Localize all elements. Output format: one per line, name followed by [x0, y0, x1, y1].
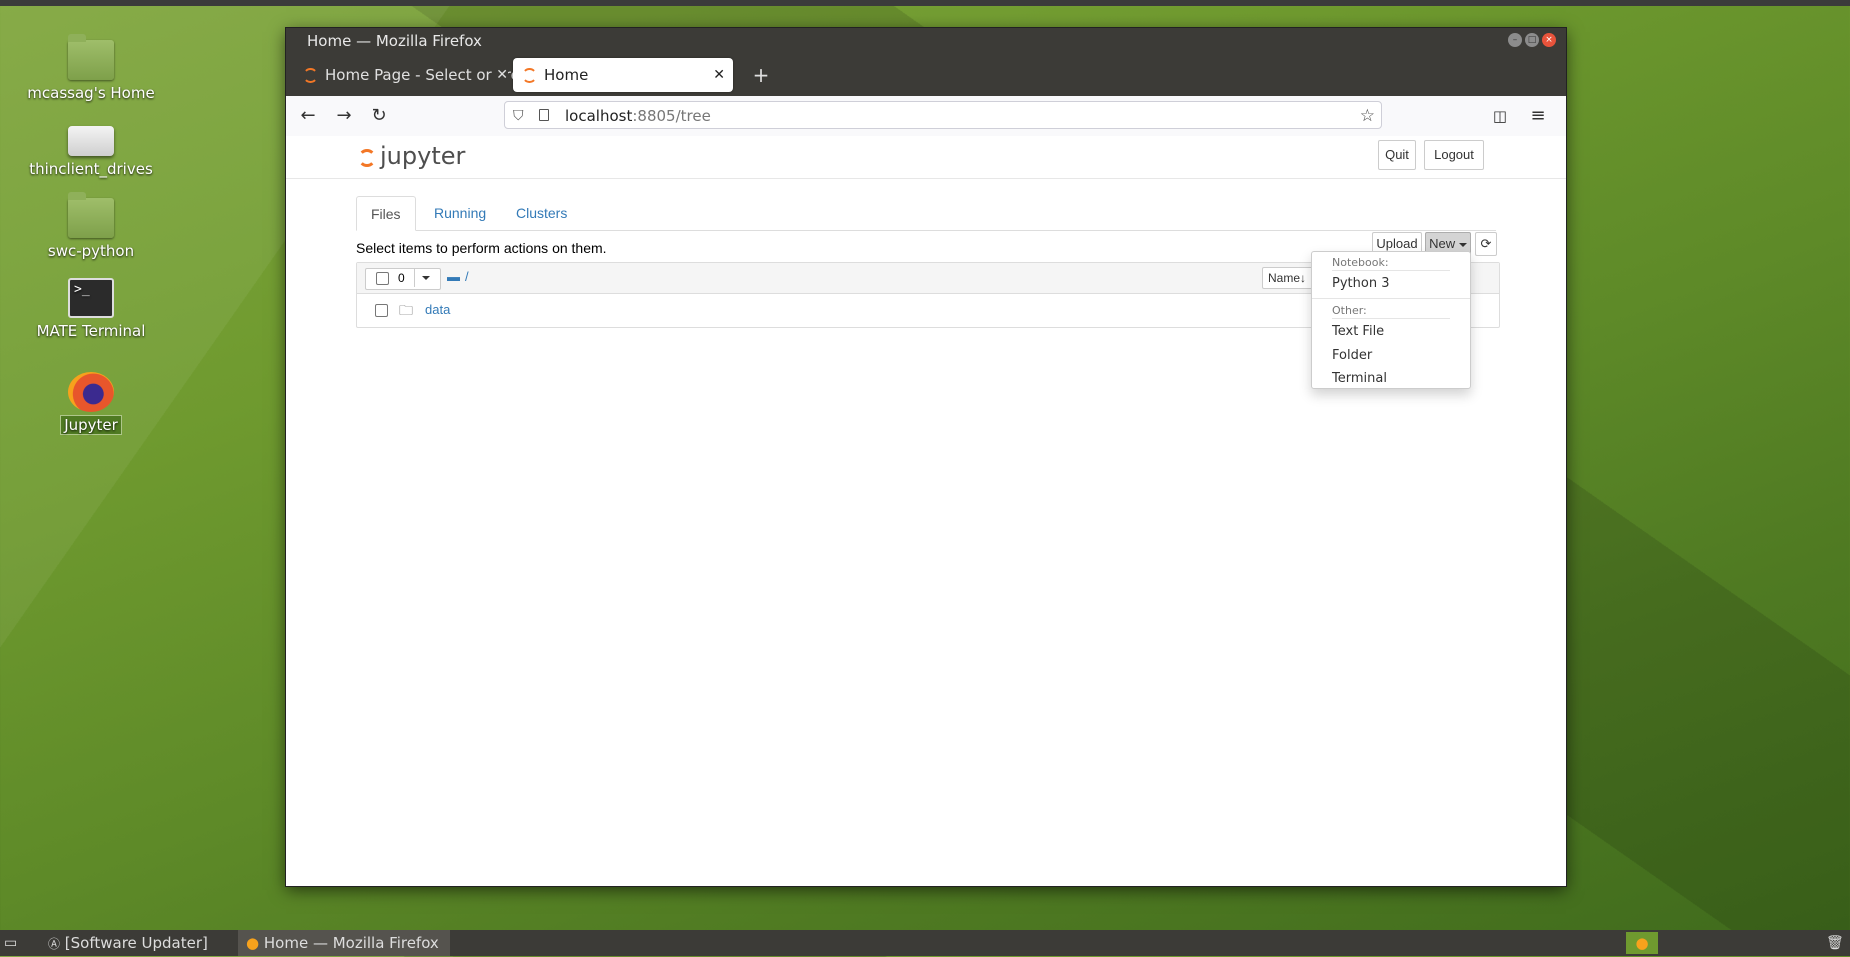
refresh-icon[interactable]: ⟳	[1475, 232, 1497, 256]
forward-icon[interactable]: →	[332, 104, 356, 128]
jupyter-logo[interactable]: jupyter	[358, 142, 465, 170]
tab-files[interactable]: Files	[356, 196, 416, 231]
desktop-icon-mate-terminal[interactable]: >_ MATE Terminal	[16, 278, 166, 340]
desktop-icon-swc-python[interactable]: swc-python	[16, 192, 166, 260]
bottom-taskbar: ▭ Ⓐ [Software Updater] ● Home — Mozilla …	[0, 930, 1850, 956]
menu-icon[interactable]: ≡	[1526, 104, 1550, 128]
jupyter-page: jupyter Quit Logout Files Running Cluste…	[286, 136, 1566, 886]
workspace-switcher[interactable]: ●	[1626, 932, 1658, 954]
desktop-icon-jupyter[interactable]: Jupyter	[16, 372, 166, 435]
firefox-icon: ●	[246, 934, 260, 952]
jupyter-favicon-icon	[522, 68, 537, 83]
tab-label: Home Page - Select or create a notebook	[325, 66, 516, 84]
sort-arrow-icon: ↓	[1300, 271, 1307, 285]
other-section-header: Other:	[1332, 304, 1367, 317]
sort-name-label: Name	[1268, 271, 1301, 285]
new-tab-button[interactable]: +	[746, 58, 776, 92]
minimize-icon[interactable]: –	[1508, 33, 1522, 47]
breadcrumb[interactable]: /	[465, 269, 469, 284]
tab-clusters[interactable]: Clusters	[502, 196, 581, 230]
taskbar-item-software-updater[interactable]: Ⓐ [Software Updater]	[40, 930, 238, 956]
new-dropdown-menu: Notebook: Python 3 Other: Text File Fold…	[1311, 251, 1471, 389]
close-icon[interactable]: ×	[1542, 33, 1556, 47]
menu-item-folder[interactable]: Folder	[1332, 348, 1372, 363]
menu-item-text-file[interactable]: Text File	[1332, 324, 1384, 339]
quit-button[interactable]: Quit	[1378, 140, 1416, 170]
maximize-icon[interactable]: □	[1525, 33, 1539, 47]
firefox-window: Home — Mozilla Firefox – □ × Home Page -…	[286, 28, 1566, 886]
reload-icon[interactable]: ↻	[367, 104, 391, 128]
folder-icon[interactable]: ▬	[447, 269, 460, 284]
taskbar-item-firefox[interactable]: ● Home — Mozilla Firefox	[238, 930, 450, 956]
jupyter-header: jupyter Quit Logout	[286, 136, 1566, 179]
tab-home-page[interactable]: Home Page - Select or create a notebook …	[294, 58, 516, 92]
tab-running[interactable]: Running	[420, 196, 500, 230]
top-panel	[0, 0, 1850, 6]
jupyter-logo-icon	[358, 149, 376, 167]
home-folder-icon	[68, 34, 114, 80]
url-bar[interactable]: ⛉ localhost:8805/tree ☆	[504, 101, 1382, 129]
shield-icon: ⛉	[513, 108, 524, 124]
desktop-icon-label: Jupyter	[60, 415, 122, 435]
file-name-link[interactable]: data	[425, 302, 450, 317]
terminal-icon: >_	[68, 278, 114, 318]
tab-close-icon[interactable]: ✕	[492, 58, 508, 92]
menu-item-python3[interactable]: Python 3	[1332, 276, 1389, 291]
logout-button[interactable]: Logout	[1424, 140, 1484, 170]
taskbar-item-label: Home — Mozilla Firefox	[263, 934, 439, 952]
file-checkbox[interactable]	[375, 304, 388, 317]
desktop-icon-label: thinclient_drives	[29, 160, 153, 178]
pocket-icon[interactable]: ◫	[1488, 104, 1512, 128]
notebook-section-header: Notebook:	[1332, 256, 1389, 269]
selected-count: 0	[398, 271, 405, 285]
drive-icon	[68, 126, 114, 156]
firefox-icon	[68, 372, 114, 412]
divider	[1312, 298, 1470, 299]
jupyter-favicon-icon	[303, 68, 318, 83]
divider	[1332, 318, 1450, 319]
jupyter-logo-text: jupyter	[380, 142, 466, 170]
select-all-dropdown[interactable]: 0	[365, 268, 441, 290]
tab-home[interactable]: Home ✕	[513, 58, 733, 92]
desktop-icon-label: MATE Terminal	[36, 322, 146, 340]
navigation-bar: ← → ↻ ⛉ localhost:8805/tree ☆ ◫ ≡	[286, 96, 1566, 137]
updater-icon: Ⓐ	[48, 937, 61, 951]
tab-bar: Home Page - Select or create a notebook …	[286, 54, 1566, 96]
caret-down-icon	[422, 276, 430, 280]
desktop-icon-thinclient-drives[interactable]: thinclient_drives	[16, 118, 166, 178]
taskbar-item-label: [Software Updater]	[64, 934, 208, 952]
page-icon	[539, 109, 549, 121]
caret-down-icon	[1458, 242, 1467, 247]
desktop-icon-label: mcassag's Home	[27, 84, 155, 102]
jupyter-tabs: Files Running Clusters	[356, 196, 1496, 231]
sort-name-button[interactable]: Name↓	[1262, 267, 1314, 289]
back-icon[interactable]: ←	[296, 104, 320, 128]
select-all-checkbox[interactable]	[376, 272, 389, 285]
divider	[1332, 270, 1450, 271]
menu-item-terminal[interactable]: Terminal	[1332, 371, 1387, 386]
desktop-icon-label: swc-python	[47, 242, 135, 260]
new-button-label: New	[1429, 236, 1456, 251]
action-hint: Select items to perform actions on them.	[356, 240, 607, 256]
folder-icon: 🗀	[399, 302, 413, 318]
bookmark-star-icon[interactable]: ☆	[1360, 102, 1375, 130]
show-desktop-icon[interactable]: ▭	[4, 930, 17, 956]
window-titlebar[interactable]: Home — Mozilla Firefox – □ ×	[286, 28, 1566, 54]
folder-icon	[68, 192, 114, 238]
trash-icon[interactable]: 🗑	[1826, 930, 1844, 956]
url-host: localhost	[565, 107, 633, 125]
url-path: :8805/tree	[632, 107, 711, 125]
window-title: Home — Mozilla Firefox	[307, 32, 482, 50]
tab-label: Home	[544, 66, 589, 84]
desktop-icon-home[interactable]: mcassag's Home	[16, 34, 166, 102]
tab-close-icon[interactable]: ✕	[713, 58, 725, 92]
